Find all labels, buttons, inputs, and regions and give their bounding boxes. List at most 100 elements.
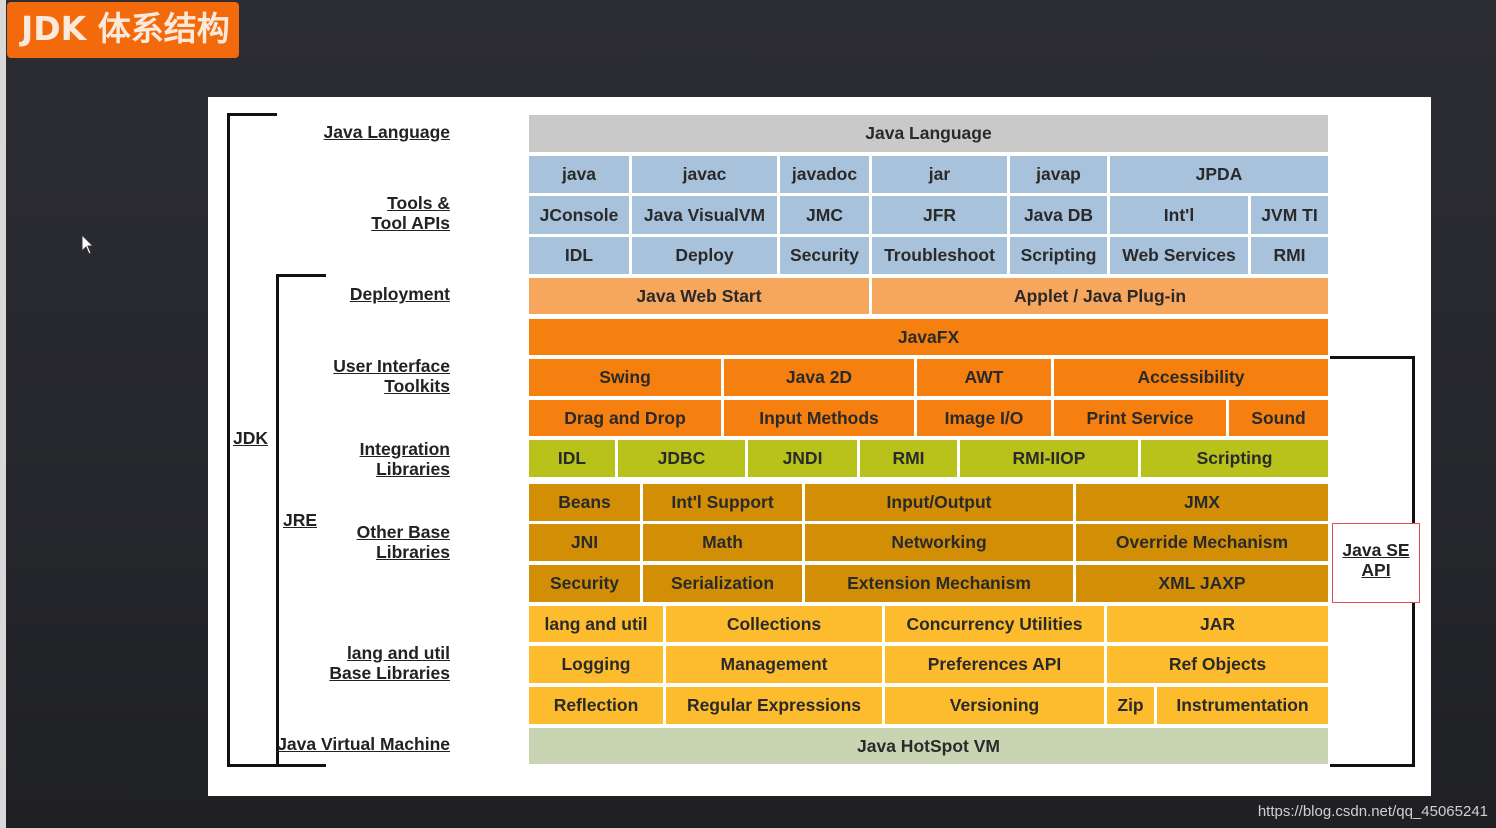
label-ui-line1: User Interface	[333, 356, 450, 376]
watermark: https://blog.csdn.net/qq_45065241	[1257, 803, 1488, 820]
java-se-api-label: Java SE API	[1332, 540, 1420, 580]
component-cell-tools: Int'l	[1110, 196, 1248, 234]
component-cell-other-base: Int'l Support	[643, 484, 802, 521]
component-cell-lang-util: Ref Objects	[1107, 646, 1328, 683]
label-ui-toolkits: User Interface Toolkits	[333, 356, 450, 396]
component-cell-integration: RMI-IIOP	[960, 440, 1138, 477]
component-cell-lang-util: Regular Expressions	[666, 687, 882, 724]
java-se-api-line2: API	[1361, 560, 1391, 580]
mouse-cursor-icon	[81, 234, 95, 255]
component-cell-tools: Security	[780, 237, 869, 274]
jdk-architecture-diagram: JDK JRE Java SE API Java Language Tools …	[208, 97, 1431, 796]
api-bracket-top	[1330, 356, 1415, 359]
component-cell-tools: Java DB	[1010, 196, 1107, 234]
component-cell-other-base: Serialization	[643, 565, 802, 602]
component-cell-tools: java	[529, 156, 629, 193]
component-cell-tools: javadoc	[780, 156, 869, 193]
label-lang-line1: lang and util	[346, 643, 450, 663]
component-cell-tools: Troubleshoot	[872, 237, 1007, 274]
component-cell-other-base: XML JAXP	[1076, 565, 1328, 602]
component-cell-tools: javap	[1010, 156, 1107, 193]
component-cell-tools: JMC	[780, 196, 869, 234]
component-cell-other-base: Networking	[805, 524, 1073, 561]
component-cell-other-base: Override Mechanism	[1076, 524, 1328, 561]
label-other-line2: Libraries	[376, 542, 450, 562]
component-cell-tools: jar	[872, 156, 1007, 193]
component-cell-ui: Accessibility	[1054, 359, 1328, 396]
jdk-bracket-top	[227, 113, 277, 116]
jre-bracket-bottom	[276, 764, 326, 767]
component-cell-tools: Scripting	[1010, 237, 1107, 274]
window-edge	[0, 0, 6, 828]
label-other-line1: Other Base	[356, 522, 450, 542]
component-cell-tools: javac	[632, 156, 777, 193]
component-cell-lang-util: Concurrency Utilities	[885, 606, 1104, 642]
label-lang-line2: Base Libraries	[329, 663, 450, 683]
component-cell-lang-util: lang and util	[529, 606, 663, 642]
component-cell-lang-util: Management	[666, 646, 882, 683]
component-cell-lang-util: Logging	[529, 646, 663, 683]
component-cell-vm: Java HotSpot VM	[529, 728, 1328, 764]
label-lang-util: lang and util Base Libraries	[329, 643, 450, 683]
component-cell-other-base: Math	[643, 524, 802, 561]
api-bracket-bottom	[1330, 764, 1415, 767]
label-tools-line2: Tool APIs	[371, 213, 450, 233]
component-cell-other-base: JMX	[1076, 484, 1328, 521]
component-cell-ui: Sound	[1229, 400, 1328, 436]
component-cell-language: Java Language	[529, 115, 1328, 152]
component-cell-ui: Drag and Drop	[529, 400, 721, 436]
component-cell-lang-util: Preferences API	[885, 646, 1104, 683]
component-cell-ui: AWT	[917, 359, 1051, 396]
component-cell-ui: JavaFX	[529, 319, 1328, 355]
component-cell-other-base: JNI	[529, 524, 640, 561]
component-cell-tools: JVM TI	[1251, 196, 1328, 234]
component-cell-lang-util: Zip	[1107, 687, 1154, 724]
label-integration-line1: Integration	[359, 439, 450, 459]
component-cell-other-base: Security	[529, 565, 640, 602]
component-cell-lang-util: Reflection	[529, 687, 663, 724]
component-cell-tools: IDL	[529, 237, 629, 274]
label-ui-line2: Toolkits	[384, 376, 450, 396]
component-cell-tools: JPDA	[1110, 156, 1328, 193]
component-cell-tools: RMI	[1251, 237, 1328, 274]
component-cell-deployment: Java Web Start	[529, 278, 869, 314]
label-integration: Integration Libraries	[360, 439, 450, 479]
component-cell-lang-util: Versioning	[885, 687, 1104, 724]
jre-bracket-top	[276, 274, 326, 277]
label-jvm: Java Virtual Machine	[277, 734, 450, 754]
component-cell-lang-util: Instrumentation	[1157, 687, 1328, 724]
label-tools: Tools & Tool APIs	[371, 193, 450, 233]
jdk-bracket-bottom	[227, 764, 277, 767]
label-other-base: Other Base Libraries	[357, 522, 450, 562]
component-cell-tools: JConsole	[529, 196, 629, 234]
component-cell-other-base: Beans	[529, 484, 640, 521]
component-cell-ui: Image I/O	[917, 400, 1051, 436]
jdk-label: JDK	[233, 428, 269, 448]
component-cell-integration: Scripting	[1141, 440, 1328, 477]
component-cell-deployment: Applet / Java Plug-in	[872, 278, 1328, 314]
component-cell-integration: IDL	[529, 440, 615, 477]
label-tools-line1: Tools &	[387, 193, 450, 213]
jdk-bracket-vertical	[227, 113, 230, 767]
component-cell-ui: Swing	[529, 359, 721, 396]
label-integration-line2: Libraries	[376, 459, 450, 479]
component-cell-integration: RMI	[860, 440, 957, 477]
component-cell-lang-util: JAR	[1107, 606, 1328, 642]
java-se-api-line1: Java SE	[1342, 540, 1410, 560]
component-cell-integration: JNDI	[748, 440, 857, 477]
component-cell-integration: JDBC	[618, 440, 745, 477]
slide-title: JDK 体系结构	[7, 2, 239, 58]
component-cell-other-base: Extension Mechanism	[805, 565, 1073, 602]
component-cell-tools: Java VisualVM	[632, 196, 777, 234]
component-cell-tools: Deploy	[632, 237, 777, 274]
label-java-language: Java Language	[323, 122, 450, 142]
component-cell-lang-util: Collections	[666, 606, 882, 642]
label-deployment: Deployment	[349, 284, 450, 304]
jre-label: JRE	[283, 510, 318, 530]
component-cell-ui: Print Service	[1054, 400, 1226, 436]
component-cell-tools: JFR	[872, 196, 1007, 234]
jre-bracket-vertical	[276, 274, 279, 767]
component-cell-tools: Web Services	[1110, 237, 1248, 274]
component-cell-ui: Java 2D	[724, 359, 914, 396]
component-cell-ui: Input Methods	[724, 400, 914, 436]
